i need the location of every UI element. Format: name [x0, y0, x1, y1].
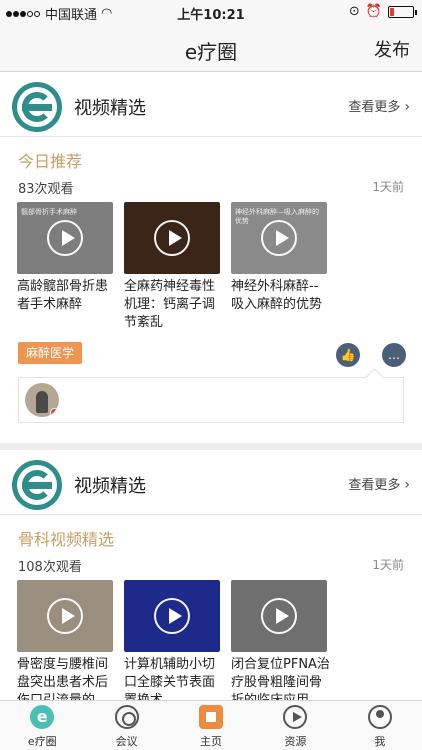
play-icon	[154, 220, 190, 256]
nav-bar: e疗圈 发布	[0, 24, 422, 72]
video-title[interactable]: 高龄髋部骨折患者手术麻醉	[17, 278, 117, 314]
play-icon	[154, 598, 190, 634]
see-more-label: 查看更多	[348, 478, 401, 493]
view-count: 83次观看	[18, 182, 74, 197]
play-icon	[47, 220, 83, 256]
divider	[0, 514, 422, 515]
video-title[interactable]: 骨密度与腰椎间盘突出患者术后伤口引流量的	[17, 656, 117, 700]
tab-meeting[interactable]: 会议	[84, 701, 168, 750]
video-thumbnail[interactable]	[124, 202, 220, 274]
thumbnail-text: 髋部骨折手术麻醉	[21, 208, 77, 216]
video-thumbnail[interactable]	[231, 580, 327, 652]
see-more-link[interactable]: 查看更多 ›	[348, 474, 410, 493]
section-title: 视频精选	[74, 476, 146, 497]
view-count: 108次观看	[18, 560, 82, 575]
tab-me[interactable]: 我	[338, 701, 422, 750]
post-time: 1天前	[372, 180, 404, 194]
chevron-right-icon: ›	[404, 99, 410, 115]
alarm-icon: ⏰	[365, 4, 382, 19]
post-time: 1天前	[372, 558, 404, 572]
subject-title[interactable]: 骨科视频精选	[18, 526, 114, 550]
tab-label: 我	[374, 735, 386, 748]
video-title[interactable]: 全麻药神经毒性机理：钙离子调节紊乱	[124, 278, 224, 332]
video-thumbnail[interactable]: 神经外科麻醉—吸入麻醉的优势	[231, 202, 327, 274]
feed-card: 视频精选 查看更多 › 今日推荐 83次观看 1天前 髋部骨折手术麻醉 神经外科麻…	[0, 72, 422, 443]
category-tag[interactable]: 麻醉医学	[18, 342, 83, 364]
home-icon	[199, 705, 224, 729]
comment-area	[18, 377, 404, 423]
video-thumbnail[interactable]: 髋部骨折手术麻醉	[17, 202, 113, 274]
play-icon	[261, 598, 297, 634]
comment-icon[interactable]: …	[382, 343, 406, 367]
video-title[interactable]: 计算机辅助小切口全膝关节表面置换术	[124, 656, 224, 700]
feed-card: 视频精选 查看更多 › 骨科视频精选 108次观看 1天前 骨密度与腰椎间盘突出患…	[0, 450, 422, 700]
tab-resources[interactable]: 资源	[253, 701, 337, 750]
section-title: 视频精选	[74, 98, 146, 119]
divider	[0, 136, 422, 137]
play-icon	[283, 705, 308, 729]
tab-bar: e e疗圈 会议 主页 资源 我	[0, 700, 422, 750]
user-icon	[367, 705, 392, 729]
tab-label: 主页	[200, 735, 223, 748]
channel-logo-icon	[12, 82, 62, 132]
battery-icon	[388, 5, 417, 18]
tab-eliaoquan[interactable]: e e疗圈	[0, 701, 84, 750]
see-more-link[interactable]: 查看更多 ›	[348, 96, 410, 115]
status-right: ⊙ ⏰	[348, 4, 417, 19]
tab-label: e疗圈	[27, 735, 57, 748]
page-title: e疗圈	[184, 40, 238, 64]
see-more-label: 查看更多	[348, 100, 401, 115]
video-thumbnail[interactable]	[17, 580, 113, 652]
video-title[interactable]: 闭合复位PFNA治疗股骨粗隆间骨折的临床应用	[231, 656, 331, 700]
e-icon: e	[30, 705, 55, 729]
verified-badge-icon	[50, 408, 59, 417]
rotation-lock-icon: ⊙	[348, 4, 360, 19]
chevron-right-icon: ›	[404, 477, 410, 493]
status-bar: 中国联通 ◠ 上午10:21 ⊙ ⏰	[0, 0, 422, 24]
play-icon	[47, 598, 83, 634]
channel-logo-icon	[12, 460, 62, 510]
like-icon[interactable]: 👍	[336, 343, 360, 367]
avatar[interactable]	[25, 383, 59, 417]
subject-title[interactable]: 今日推荐	[18, 148, 82, 172]
tab-label: 资源	[284, 735, 307, 748]
tab-label: 会议	[115, 735, 138, 748]
tab-home[interactable]: 主页	[169, 701, 253, 750]
video-thumbnail[interactable]	[124, 580, 220, 652]
video-title[interactable]: 神经外科麻醉--吸入麻醉的优势	[231, 278, 331, 314]
meeting-icon	[114, 705, 139, 729]
publish-button[interactable]: 发布	[374, 36, 410, 62]
play-icon	[261, 220, 297, 256]
